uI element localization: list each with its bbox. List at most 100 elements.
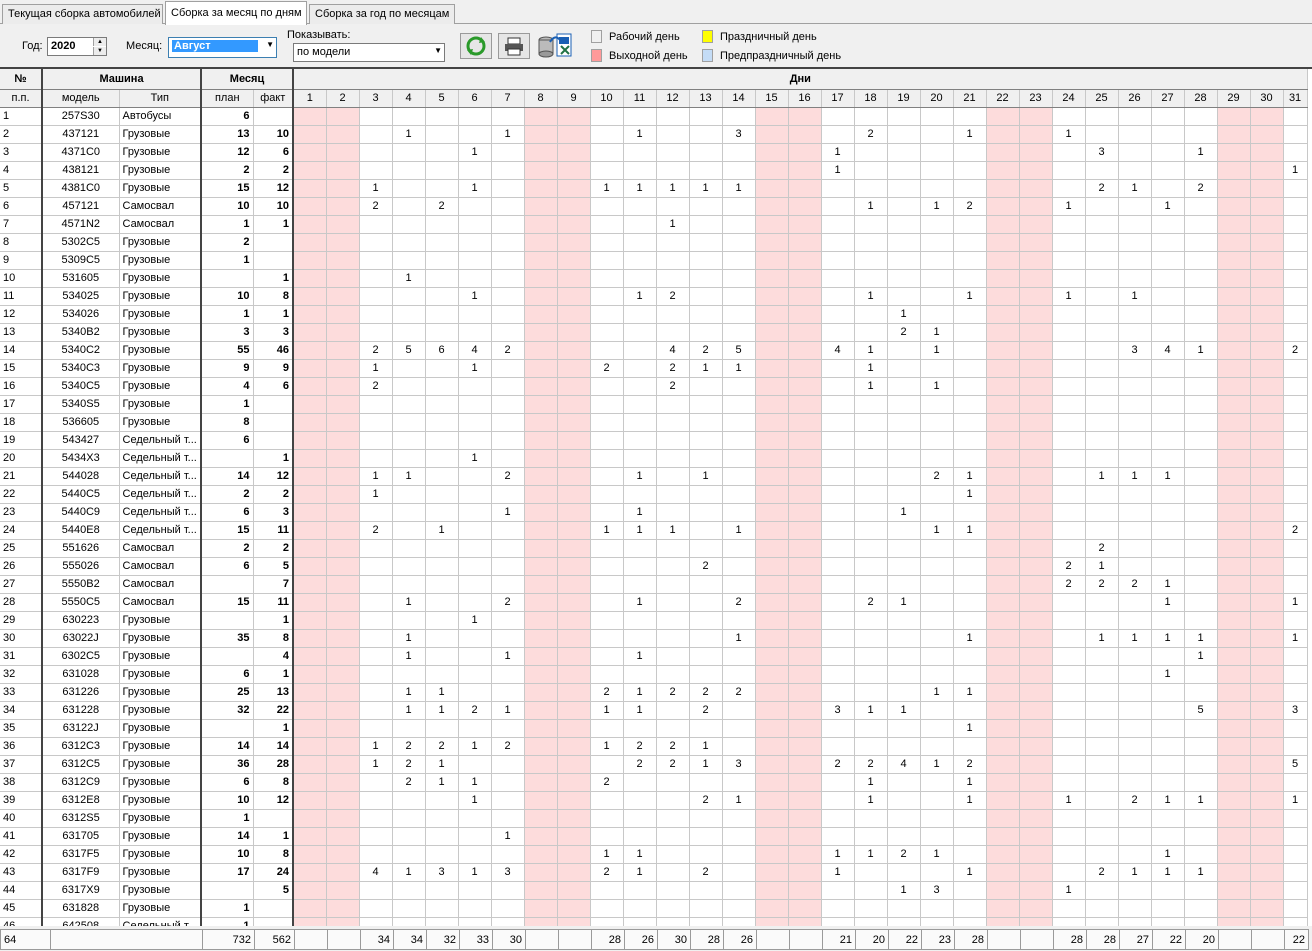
day-cell[interactable] bbox=[326, 377, 360, 396]
day-cell[interactable]: 1 bbox=[722, 521, 756, 540]
day-cell[interactable] bbox=[755, 881, 789, 900]
day-cell[interactable] bbox=[392, 359, 426, 378]
day-cell[interactable] bbox=[1283, 413, 1308, 432]
day-cell[interactable] bbox=[1151, 719, 1185, 738]
day-cell[interactable] bbox=[293, 863, 327, 882]
day-cell[interactable] bbox=[1151, 539, 1185, 558]
day-cell[interactable] bbox=[293, 323, 327, 342]
day-cell[interactable] bbox=[722, 503, 756, 522]
row-number[interactable]: 36 bbox=[0, 737, 43, 756]
row-fact[interactable] bbox=[253, 251, 295, 270]
day-cell[interactable]: 1 bbox=[392, 683, 426, 702]
day-cell[interactable] bbox=[1283, 107, 1308, 126]
day-cell[interactable] bbox=[392, 197, 426, 216]
day-cell[interactable] bbox=[425, 485, 459, 504]
day-cell[interactable] bbox=[1118, 701, 1152, 720]
day-cell[interactable] bbox=[1151, 611, 1185, 630]
day-cell[interactable] bbox=[623, 611, 657, 630]
day-cell[interactable] bbox=[590, 107, 624, 126]
day-cell[interactable] bbox=[986, 791, 1020, 810]
row-type[interactable]: Грузовые bbox=[119, 413, 203, 432]
day-cell[interactable] bbox=[821, 683, 855, 702]
day-cell[interactable] bbox=[557, 881, 591, 900]
day-cell[interactable] bbox=[359, 827, 393, 846]
day-cell[interactable]: 2 bbox=[491, 341, 525, 360]
day-cell[interactable] bbox=[425, 881, 459, 900]
day-cell[interactable]: 1 bbox=[623, 701, 657, 720]
row-type[interactable]: Грузовые bbox=[119, 629, 203, 648]
day-cell[interactable] bbox=[755, 269, 789, 288]
table-row[interactable]: 16 5340C5 Грузовые 4 6 2 2 1 1 bbox=[0, 377, 1308, 396]
day-cell[interactable] bbox=[920, 863, 954, 882]
day-cell[interactable] bbox=[920, 269, 954, 288]
day-cell[interactable] bbox=[1283, 683, 1308, 702]
day-cell[interactable] bbox=[590, 647, 624, 666]
day-cell[interactable] bbox=[1085, 845, 1119, 864]
day-cell[interactable] bbox=[491, 395, 525, 414]
day-cell[interactable] bbox=[656, 485, 690, 504]
day-cell[interactable] bbox=[293, 647, 327, 666]
day-cell[interactable] bbox=[293, 593, 327, 612]
day-cell[interactable] bbox=[953, 233, 987, 252]
day-cell[interactable] bbox=[1151, 377, 1185, 396]
row-type[interactable]: Грузовые bbox=[119, 845, 203, 864]
row-type[interactable]: Грузовые bbox=[119, 647, 203, 666]
day-cell[interactable] bbox=[788, 827, 822, 846]
day-cell[interactable] bbox=[1250, 701, 1284, 720]
day-cell[interactable] bbox=[359, 683, 393, 702]
day-cell[interactable] bbox=[887, 197, 921, 216]
day-cell[interactable]: 2 bbox=[656, 287, 690, 306]
row-plan[interactable]: 6 bbox=[201, 557, 254, 576]
day-cell[interactable] bbox=[1052, 899, 1086, 918]
row-model[interactable]: 5440C5 bbox=[42, 485, 120, 504]
day-cell[interactable] bbox=[293, 809, 327, 828]
day-cell[interactable] bbox=[1283, 611, 1308, 630]
day-cell[interactable] bbox=[1283, 647, 1308, 666]
day-cell[interactable] bbox=[821, 773, 855, 792]
day-cell[interactable] bbox=[1184, 395, 1218, 414]
day-cell[interactable] bbox=[920, 557, 954, 576]
day-cell[interactable] bbox=[1019, 359, 1053, 378]
day-cell[interactable] bbox=[293, 377, 327, 396]
day-cell[interactable] bbox=[623, 413, 657, 432]
table-row[interactable]: 3 4371C0 Грузовые 12 6 1 1 3 1 bbox=[0, 143, 1308, 162]
day-cell[interactable] bbox=[1019, 467, 1053, 486]
row-plan[interactable]: 6 bbox=[201, 773, 254, 792]
row-plan[interactable]: 10 bbox=[201, 845, 254, 864]
day-cell[interactable] bbox=[689, 647, 723, 666]
day-cell[interactable] bbox=[953, 323, 987, 342]
day-cell[interactable] bbox=[1052, 827, 1086, 846]
day-cell[interactable] bbox=[1019, 305, 1053, 324]
day-cell[interactable]: 1 bbox=[1085, 557, 1119, 576]
day-cell[interactable] bbox=[491, 233, 525, 252]
row-number[interactable]: 1 bbox=[0, 107, 43, 126]
day-cell[interactable] bbox=[458, 377, 492, 396]
day-cell[interactable] bbox=[986, 287, 1020, 306]
day-cell[interactable] bbox=[854, 881, 888, 900]
day-cell[interactable] bbox=[821, 467, 855, 486]
day-cell[interactable] bbox=[854, 809, 888, 828]
row-type[interactable]: Грузовые bbox=[119, 899, 203, 918]
day-cell[interactable] bbox=[557, 557, 591, 576]
day-cell[interactable] bbox=[887, 575, 921, 594]
day-cell[interactable] bbox=[755, 863, 789, 882]
day-cell[interactable]: 1 bbox=[1151, 575, 1185, 594]
day-cell[interactable] bbox=[953, 143, 987, 162]
day-cell[interactable] bbox=[953, 647, 987, 666]
day-cell[interactable] bbox=[821, 413, 855, 432]
row-number[interactable]: 2 bbox=[0, 125, 43, 144]
day-cell[interactable] bbox=[1250, 755, 1284, 774]
day-cell[interactable]: 1 bbox=[887, 503, 921, 522]
day-cell[interactable] bbox=[326, 323, 360, 342]
day-cell[interactable] bbox=[920, 107, 954, 126]
day-cell[interactable] bbox=[1283, 737, 1308, 756]
day-cell[interactable] bbox=[986, 845, 1020, 864]
day-cell[interactable] bbox=[524, 323, 558, 342]
day-cell[interactable] bbox=[1283, 917, 1308, 926]
day-cell[interactable] bbox=[986, 737, 1020, 756]
day-cell[interactable] bbox=[524, 503, 558, 522]
day-cell[interactable] bbox=[623, 881, 657, 900]
day-cell[interactable] bbox=[1217, 143, 1251, 162]
day-cell[interactable] bbox=[1151, 503, 1185, 522]
row-type[interactable]: Седельный т... bbox=[119, 521, 203, 540]
